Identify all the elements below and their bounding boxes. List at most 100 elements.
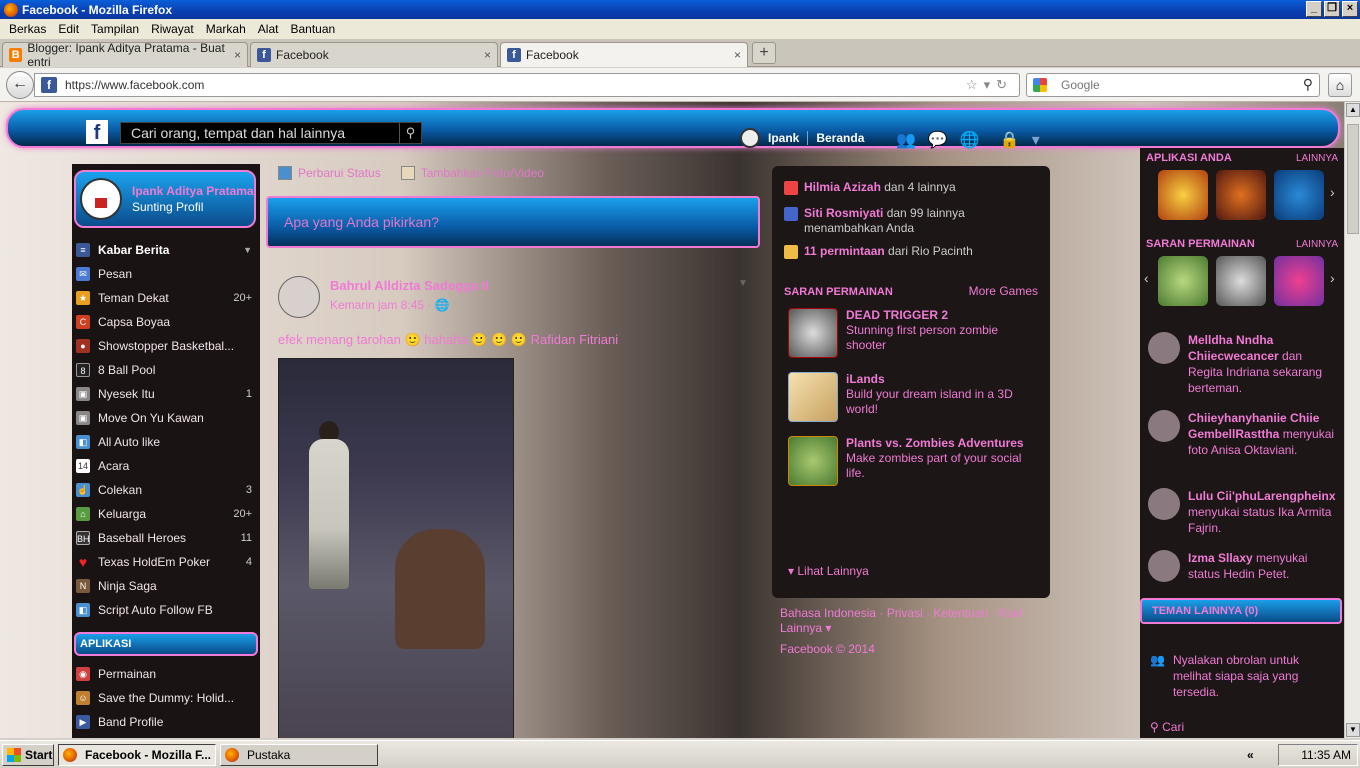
chevron-left-icon[interactable]: ‹ — [1144, 270, 1149, 286]
avatar[interactable] — [1148, 410, 1180, 442]
notification-item[interactable]: Hilmia Azizah dan 4 lainnya — [784, 180, 1044, 195]
showstopper-app-icon[interactable] — [1216, 170, 1266, 220]
ticker-item[interactable]: Chiieyhanyhaniie Chiie GembellRasttha me… — [1148, 410, 1340, 458]
menu-edit[interactable]: Edit — [52, 22, 85, 36]
profile-card[interactable]: Ipank Aditya Pratama Sunting Profil — [74, 170, 256, 228]
footer-links[interactable]: Bahasa Indonesia · Privasi · Ketentuan ·… — [780, 606, 1042, 636]
game-title[interactable]: Plants vs. Zombies Adventures — [846, 436, 1040, 451]
dead-trigger-app-icon[interactable] — [1216, 256, 1266, 306]
post-options-chevron-icon[interactable]: ▼ — [738, 278, 748, 289]
sidebar-item-script-auto-follow[interactable]: ◧ Script Auto Follow FB — [72, 598, 260, 622]
bookmark-star-icon[interactable]: ☆▾↻ — [966, 77, 1013, 93]
notification-item[interactable]: 11 permintaan dari Rio Pacinth — [784, 244, 1044, 259]
game-suggestion[interactable]: DEAD TRIGGER 2 Stunning first person zomb… — [788, 308, 1040, 358]
menu-berkas[interactable]: Berkas — [3, 22, 52, 36]
notifications-icon[interactable]: 🌐 — [960, 130, 980, 150]
profile-name[interactable]: Ipank Aditya Pratama — [132, 183, 254, 199]
scroll-down-icon[interactable]: ▼ — [1346, 723, 1360, 737]
back-button[interactable]: ← — [6, 71, 34, 99]
more-friends-header[interactable]: TEMAN LAINNYA (0) — [1140, 598, 1342, 624]
sidebar-item-8-ball-pool[interactable]: 8 8 Ball Pool — [72, 358, 260, 382]
tab-close-icon[interactable]: × — [234, 48, 241, 62]
facebook-logo-icon[interactable]: f — [86, 120, 108, 144]
url-bar[interactable]: f https://www.facebook.com ☆▾↻ — [34, 73, 1020, 97]
sidebar-item-move-on[interactable]: ▣ Move On Yu Kawan — [72, 406, 260, 430]
sidebar-item-kabar-berita[interactable]: ≡ Kabar Berita ▼ — [72, 238, 260, 262]
sidebar-item-teman-dekat[interactable]: ★ Teman Dekat 20+ — [72, 286, 260, 310]
avatar[interactable] — [1148, 488, 1180, 520]
game-suggestion[interactable]: Plants vs. Zombies Adventures Make zombie… — [788, 436, 1040, 486]
start-button[interactable]: Start — [2, 744, 54, 766]
sidebar-item-capsa-boyaa[interactable]: C Capsa Boyaa — [72, 310, 260, 334]
edit-profile-link[interactable]: Sunting Profil — [132, 199, 254, 215]
tab-close-icon[interactable]: × — [484, 48, 491, 62]
candy-app-icon[interactable] — [1274, 256, 1324, 306]
sidebar-item-band-profile[interactable]: ▶ Band Profile — [72, 710, 260, 734]
tray-expand-icon[interactable]: « — [1247, 745, 1254, 765]
notification-item[interactable]: Siti Rosmiyati dan 99 lainnya menambahka… — [784, 206, 1044, 236]
see-more-link[interactable]: ▾ Lihat Lainnya — [788, 564, 869, 578]
messages-icon[interactable]: 💬 — [928, 130, 948, 150]
tab-update-status[interactable]: Perbarui Status — [278, 166, 381, 180]
maximize-button[interactable]: ❐ — [1324, 1, 1340, 17]
sidebar-item-pesan[interactable]: ✉ Pesan — [72, 262, 260, 286]
sidebar-item-acara[interactable]: 14 Acara — [72, 454, 260, 478]
menu-alat[interactable]: Alat — [252, 22, 285, 36]
tab-add-photo[interactable]: Tambahkan Foto/Video — [400, 166, 544, 180]
avatar[interactable] — [1148, 332, 1180, 364]
ticker-item[interactable]: Lulu Cii'phuLarengpheinx menyukai status… — [1148, 488, 1340, 536]
home-link[interactable]: Beranda — [816, 131, 864, 145]
search-icon[interactable]: ⚲ — [1303, 76, 1313, 93]
post-author-name[interactable]: Bahrul Alldizta Sadegga II — [330, 278, 489, 293]
chat-search-input[interactable]: ⚲ Cari — [1150, 720, 1184, 734]
fb-search-input[interactable]: Cari orang, tempat dan hal lainnya ⚲ — [120, 122, 422, 144]
sidebar-item-all-auto-like[interactable]: ◧ All Auto like — [72, 430, 260, 454]
post-photo[interactable] — [278, 358, 514, 738]
google-icon[interactable] — [1033, 78, 1047, 92]
search-bar[interactable]: Google ⚲ — [1026, 73, 1320, 97]
sidebar-item-permainan[interactable]: ◉ Permainan — [72, 662, 260, 686]
games-more-link[interactable]: LAINNYA — [1296, 239, 1338, 250]
sidebar-item-keluarga[interactable]: ⌂ Keluarga 20+ — [72, 502, 260, 526]
capsa-app-icon[interactable] — [1158, 170, 1208, 220]
friend-requests-icon[interactable]: 👥 — [896, 130, 916, 150]
home-button[interactable]: ⌂ — [1328, 73, 1352, 97]
profile-avatar[interactable] — [80, 178, 122, 220]
tab-close-icon[interactable]: × — [734, 48, 741, 62]
user-link[interactable]: Ipank — [768, 131, 799, 145]
chevron-right-icon[interactable]: › — [1330, 270, 1335, 286]
minimize-button[interactable]: _ — [1306, 1, 1322, 17]
sidebar-item-ninja-saga[interactable]: N Ninja Saga — [72, 574, 260, 598]
menu-tampilan[interactable]: Tampilan — [85, 22, 145, 36]
8ball-app-icon[interactable] — [1274, 170, 1324, 220]
menu-bantuan[interactable]: Bantuan — [284, 22, 341, 36]
avatar[interactable] — [740, 128, 760, 148]
scroll-up-icon[interactable]: ▲ — [1346, 103, 1360, 117]
pvz-app-icon[interactable] — [1158, 256, 1208, 306]
game-title[interactable]: iLands — [846, 372, 1040, 387]
status-composer-input[interactable]: Apa yang Anda pikirkan? — [266, 196, 760, 248]
more-games-link[interactable]: More Games — [969, 284, 1038, 298]
chevron-right-icon[interactable]: › — [1330, 184, 1335, 200]
post-author-avatar[interactable] — [278, 276, 320, 318]
ticker-item[interactable]: Izma Sllaxy menyukai status Hedin Petet. — [1148, 550, 1340, 582]
chevron-down-icon[interactable]: ▼ — [243, 245, 252, 255]
game-suggestion[interactable]: iLands Build your dream island in a 3D wo… — [788, 372, 1040, 422]
scroll-thumb[interactable] — [1347, 124, 1359, 234]
clock[interactable]: 11:35 AM — [1301, 748, 1351, 762]
search-icon[interactable]: ⚲ — [399, 123, 421, 143]
menu-markah[interactable]: Markah — [200, 22, 252, 36]
apps-more-link[interactable]: LAINNYA — [1296, 153, 1338, 164]
menu-riwayat[interactable]: Riwayat — [145, 22, 200, 36]
post-timestamp[interactable]: Kemarin jam 8:45 · 🌐 — [330, 298, 450, 312]
ticker-item[interactable]: Melldha Nndha Chiiecwecancer dan Regita … — [1148, 332, 1340, 396]
close-button[interactable]: × — [1342, 1, 1358, 17]
new-tab-button[interactable]: + — [752, 42, 776, 64]
avatar[interactable] — [1148, 550, 1180, 582]
privacy-lock-icon[interactable]: 🔒 — [1000, 130, 1020, 150]
tab-facebook-1[interactable]: f Facebook × — [250, 42, 498, 67]
settings-chevron-icon[interactable]: ▾ — [1032, 130, 1040, 150]
sidebar-item-showstopper[interactable]: ● Showstopper Basketbal... — [72, 334, 260, 358]
game-title[interactable]: DEAD TRIGGER 2 — [846, 308, 1040, 323]
taskbar-item-firefox[interactable]: Facebook - Mozilla F... — [58, 744, 216, 766]
